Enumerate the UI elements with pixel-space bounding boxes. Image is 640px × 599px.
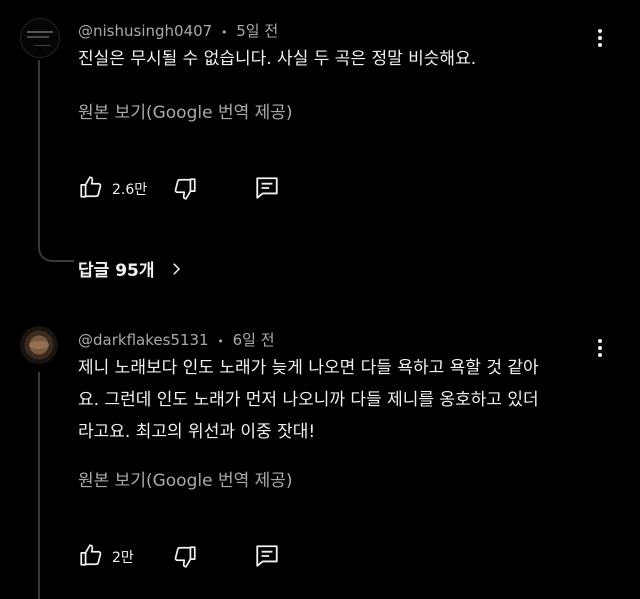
timestamp[interactable]: 6일 전	[233, 331, 275, 349]
comment-line: 제니 노래보다 인도 노래가 늦게 나오면 다들 욕하고 욕할 것 같아	[78, 358, 539, 378]
avatar[interactable]	[20, 326, 58, 364]
see-original-link[interactable]: 원본 보기(Google 번역 제공)	[78, 98, 293, 123]
thumb-down-icon	[174, 546, 196, 568]
like-button[interactable]	[78, 174, 104, 200]
separator: •	[220, 26, 228, 39]
more-icon[interactable]	[594, 336, 606, 360]
reply-button[interactable]	[254, 543, 280, 569]
like-count: 2.6만	[112, 182, 148, 198]
see-original-link[interactable]: 원본 보기(Google 번역 제공)	[78, 466, 293, 491]
thread-curve	[38, 222, 74, 262]
like-count: 2만	[112, 550, 134, 566]
separator: •	[217, 335, 224, 348]
thread-line	[38, 372, 40, 599]
thumb-up-icon	[80, 176, 102, 198]
reply-button[interactable]	[254, 175, 280, 201]
author-name[interactable]: @nishusingh0407	[78, 22, 212, 40]
comment-reply-icon	[256, 545, 278, 567]
comment-line: 진실은 무시될 수 없습니다. 사실 두 곡은 정말 비슷해요.	[78, 49, 477, 69]
thumb-up-icon	[80, 544, 102, 566]
replies-label: 답글 95개	[78, 261, 155, 281]
chevron-right-icon	[172, 262, 180, 275]
comment-header: @darkflakes5131 • 6일 전	[78, 329, 275, 350]
dislike-button[interactable]	[172, 544, 198, 570]
like-button[interactable]	[78, 542, 104, 568]
view-replies-button[interactable]: 답글 95개	[78, 256, 185, 281]
dislike-button[interactable]	[172, 176, 198, 202]
timestamp[interactable]: 5일 전	[236, 22, 278, 40]
comment-reply-icon	[256, 177, 278, 199]
comment-text: 진실은 무시될 수 없습니다. 사실 두 곡은 정말 비슷해요.	[78, 43, 476, 75]
comment-header: @nishusingh0407 • 5일 전	[78, 20, 278, 41]
author-name[interactable]: @darkflakes5131	[78, 331, 209, 349]
avatar[interactable]	[20, 18, 60, 58]
comment-line: 라고요. 최고의 위선과 이중 잣대!	[78, 422, 316, 442]
comment-text: 제니 노래보다 인도 노래가 늦게 나오면 다들 욕하고 욕할 것 같아 요. …	[78, 352, 539, 448]
thread-line	[38, 60, 40, 230]
thumb-down-icon	[174, 178, 196, 200]
more-icon[interactable]	[594, 26, 606, 50]
comment-line: 요. 그런데 인도 노래가 먼저 나오니까 다들 제니를 옹호하고 있더	[78, 390, 539, 410]
